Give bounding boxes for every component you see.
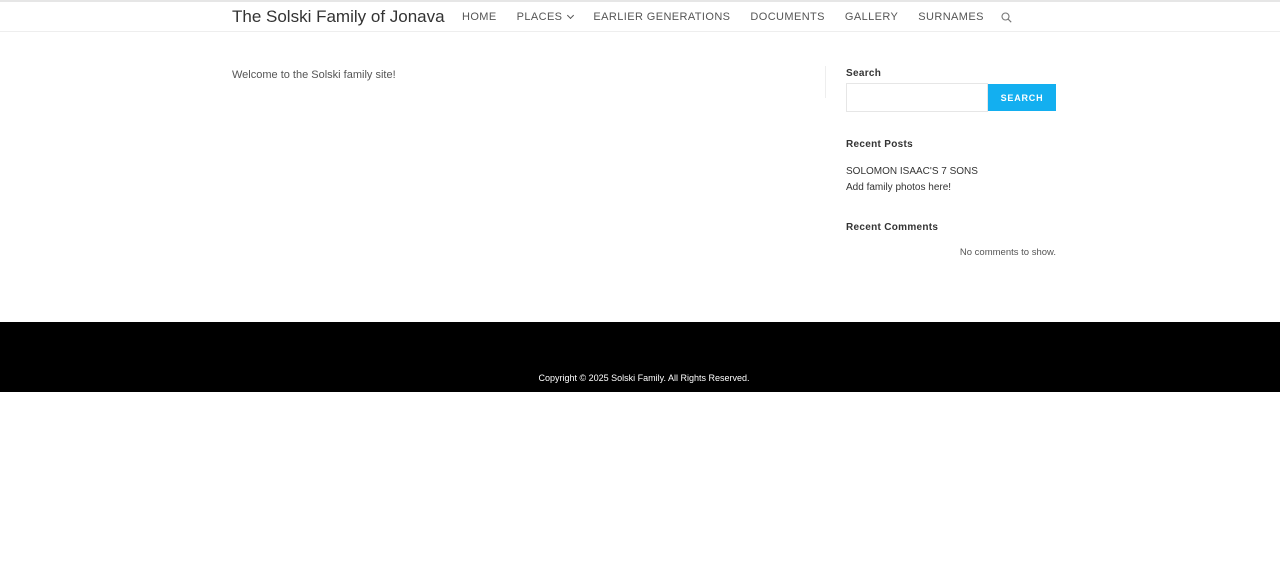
welcome-text: Welcome to the Solski family site!	[232, 69, 396, 81]
site-header: The Solski Family of Jonava HOME PLACES …	[0, 2, 1280, 32]
recent-post-link[interactable]: Add family photos here!	[846, 180, 1056, 196]
recent-posts-title: Recent Posts	[846, 139, 913, 150]
nav-earlier-generations-label: EARLIER GENERATIONS	[593, 11, 731, 23]
sidebar: Search SEARCH Recent Posts SOLOMON ISAAC…	[846, 68, 1056, 258]
chevron-down-icon	[567, 11, 575, 20]
nav-earlier-generations[interactable]: EARLIER GENERATIONS	[583, 2, 740, 32]
nav-home-label: HOME	[462, 11, 497, 23]
search-button[interactable]: SEARCH	[988, 84, 1056, 111]
site-title[interactable]: The Solski Family of Jonava	[232, 7, 445, 27]
nav-documents-label: DOCUMENTS	[750, 11, 825, 23]
no-comments-text: No comments to show.	[959, 247, 1056, 258]
recent-posts-list: SOLOMON ISAAC'S 7 SONS Add family photos…	[846, 164, 1056, 196]
main-content: Welcome to the Solski family site!	[232, 69, 396, 81]
recent-comments-title: Recent Comments	[846, 222, 939, 233]
search-widget-title: Search	[846, 68, 882, 79]
nav-places-label: PLACES	[516, 11, 563, 23]
copyright-text: Copyright © 2025 Solski Family. All Righ…	[538, 373, 750, 383]
nav-gallery-label: GALLERY	[844, 11, 899, 23]
recent-post-link[interactable]: SOLOMON ISAAC'S 7 SONS	[846, 164, 1056, 180]
search-input[interactable]	[846, 83, 988, 112]
nav-home[interactable]: HOME	[452, 2, 507, 32]
sidebar-divider	[825, 66, 826, 98]
site-footer: Copyright © 2025 Solski Family. All Righ…	[0, 322, 1280, 392]
search-icon[interactable]	[992, 2, 1022, 32]
nav-places[interactable]: PLACES	[507, 2, 584, 32]
search-form: SEARCH	[846, 83, 1056, 112]
nav-surnames[interactable]: SURNAMES	[908, 2, 994, 32]
nav-surnames-label: SURNAMES	[918, 11, 984, 23]
nav-gallery[interactable]: GALLERY	[835, 2, 908, 32]
main-nav: HOME PLACES EARLIER GENERATIONS DOCUMENT…	[452, 2, 1022, 32]
nav-documents[interactable]: DOCUMENTS	[740, 2, 835, 32]
